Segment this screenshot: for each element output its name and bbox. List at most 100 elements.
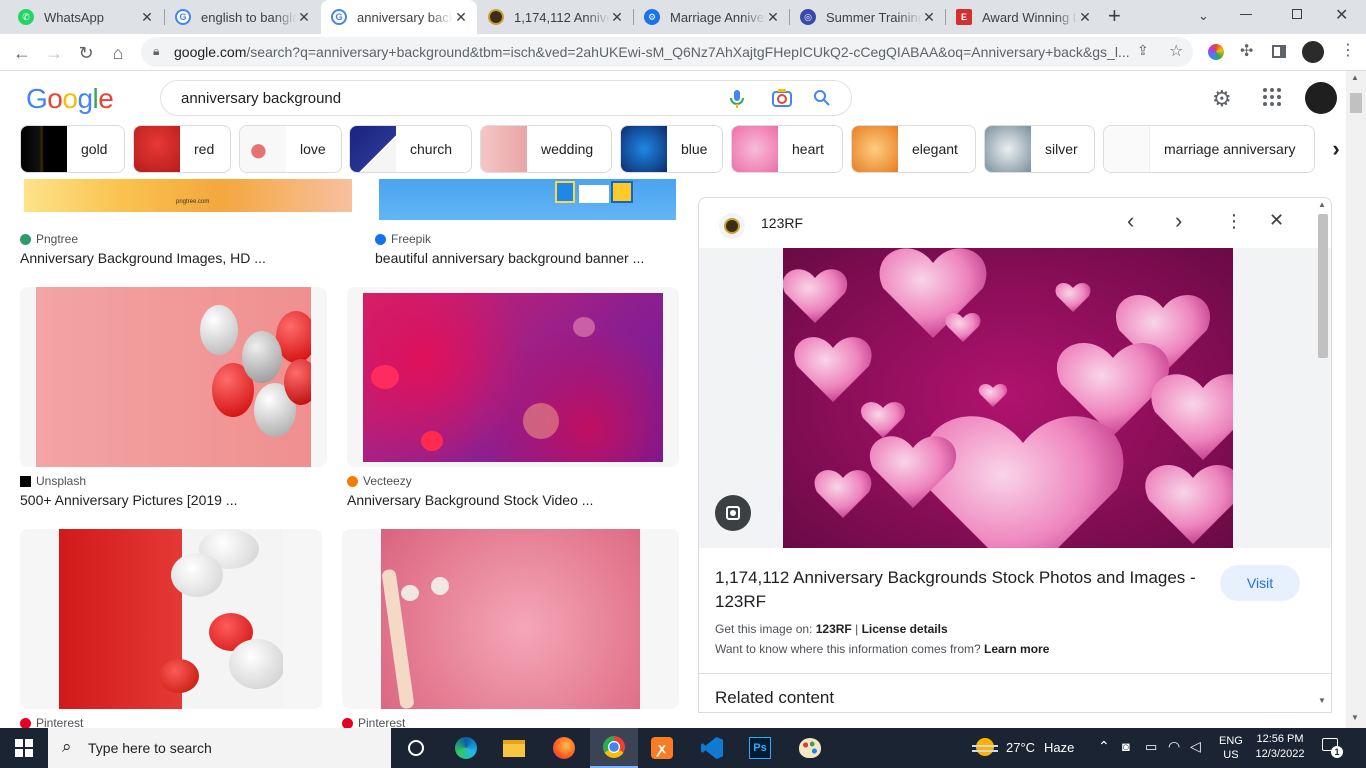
close-icon[interactable]: ✕	[1077, 9, 1093, 25]
new-tab-button[interactable]: +	[1108, 5, 1121, 27]
extensions-puzzle-icon[interactable]: ✣	[1240, 41, 1253, 61]
search-box[interactable]: anniversary background	[160, 80, 852, 116]
next-image-icon[interactable]: ›	[1175, 210, 1182, 232]
weather-temperature[interactable]: 27°C	[1006, 740, 1035, 755]
address-bar[interactable]: 🔒︎ google.com/search?q=anniversary+backg…	[141, 37, 1193, 67]
scroll-down-icon[interactable]: ▼	[1351, 713, 1359, 722]
apps-grid-icon[interactable]	[1263, 88, 1281, 106]
camera-lens-icon[interactable]	[771, 88, 793, 108]
color-extension-icon[interactable]	[1208, 44, 1224, 60]
close-panel-icon[interactable]: ✕	[1269, 211, 1284, 229]
chip-silver[interactable]: silver	[984, 125, 1095, 173]
close-icon[interactable]: ✕	[765, 9, 781, 25]
edge-icon[interactable]	[442, 728, 490, 768]
close-icon[interactable]: ✕	[609, 9, 625, 25]
result-title[interactable]: 500+ Anniversary Pictures [2019 ...	[20, 492, 238, 508]
chip-church[interactable]: church	[349, 125, 472, 173]
google-logo[interactable]: Google	[26, 83, 114, 115]
chrome-icon[interactable]	[590, 728, 638, 768]
profile-avatar[interactable]	[1302, 41, 1324, 63]
chip-red[interactable]: red	[133, 125, 231, 173]
photoshop-icon[interactable]: Ps	[736, 728, 784, 768]
chip-elegant[interactable]: elegant	[851, 125, 976, 173]
reload-icon[interactable]: ↻	[72, 39, 100, 67]
tab-english-to-bangla[interactable]: G english to bangla ✕	[165, 0, 320, 34]
file-explorer-icon[interactable]	[490, 728, 538, 768]
panel-scroll-thumb[interactable]	[1318, 214, 1328, 358]
microphone-icon[interactable]	[729, 89, 745, 109]
result-source[interactable]: Vecteezy	[347, 474, 412, 488]
volume-icon[interactable]: ◁	[1190, 738, 1201, 755]
vscode-icon[interactable]	[688, 728, 736, 768]
language-indicator[interactable]: ENG US	[1219, 734, 1243, 762]
result-source[interactable]: Freepik	[375, 232, 431, 246]
result-title[interactable]: beautiful anniversary background banner …	[375, 250, 644, 266]
result-source[interactable]: Unsplash	[20, 474, 86, 488]
forward-icon[interactable]: →	[40, 39, 68, 67]
restore-icon[interactable]	[1292, 9, 1302, 19]
panel-result-title[interactable]: 1,174,112 Anniversary Backgrounds Stock …	[715, 566, 1201, 614]
close-icon[interactable]: ✕	[453, 9, 469, 25]
page-scroll-thumb[interactable]	[1350, 93, 1362, 113]
more-options-icon[interactable]: ⋮	[1225, 212, 1243, 230]
battery-icon[interactable]: ▭	[1145, 739, 1157, 755]
windows-start-icon[interactable]	[0, 728, 48, 768]
share-icon[interactable]: ⇪	[1137, 42, 1149, 59]
scroll-up-icon[interactable]: ▲	[1318, 200, 1326, 209]
close-icon[interactable]: ✕	[296, 9, 312, 25]
result-image-unsplash[interactable]	[36, 287, 311, 467]
tab-whatsapp[interactable]: ✆ WhatsApp ✕	[8, 0, 163, 34]
panel-site-name[interactable]: 123RF	[761, 215, 803, 231]
xampp-icon[interactable]: ꭗ	[638, 728, 686, 768]
tab-marriage-anniversary[interactable]: ⚙ Marriage Anniver ✕	[634, 0, 789, 34]
weather-description[interactable]: Haze	[1044, 740, 1074, 755]
panel-scrollbar[interactable]: ▲ ▼	[1316, 200, 1330, 710]
tab-award-winning[interactable]: E Award Winning L ✕	[946, 0, 1101, 34]
learn-more-link[interactable]: Learn more	[984, 642, 1049, 656]
license-details-link[interactable]: License details	[862, 622, 948, 636]
result-title[interactable]: Anniversary Background Stock Video ...	[347, 492, 593, 508]
page-scrollbar[interactable]: ▲ ▼	[1346, 71, 1366, 728]
tray-app-icon[interactable]: ◙	[1122, 739, 1130, 754]
tab-anniversary-background[interactable]: G anniversary backg ✕	[321, 0, 477, 34]
tray-chevron-up-icon[interactable]: ⌃	[1098, 738, 1110, 755]
minimize-icon[interactable]	[1240, 14, 1252, 15]
bookmark-star-icon[interactable]: ☆	[1169, 41, 1183, 61]
visit-button[interactable]: Visit	[1220, 565, 1300, 601]
result-source[interactable]: Pngtree	[20, 232, 78, 246]
taskbar-search-box[interactable]: ⌕ Type here to search	[48, 728, 391, 768]
result-image-pngtree[interactable]: pngtree.com	[24, 179, 352, 212]
close-icon[interactable]: ✕	[139, 9, 155, 25]
chip-gold[interactable]: gold	[20, 125, 125, 173]
weather-haze-icon[interactable]	[972, 736, 998, 758]
close-icon[interactable]: ✕	[921, 9, 937, 25]
paint-icon[interactable]	[786, 728, 834, 768]
chip-wedding[interactable]: wedding	[480, 125, 612, 173]
account-avatar[interactable]	[1305, 82, 1337, 114]
task-view-icon[interactable]	[392, 728, 440, 768]
result-title[interactable]: Anniversary Background Images, HD ...	[20, 250, 266, 266]
chip-blue[interactable]: blue	[620, 125, 723, 173]
result-image-pinterest-hearts[interactable]	[59, 529, 283, 709]
notification-center-icon[interactable]: 1	[1322, 738, 1343, 758]
tab-summer-training[interactable]: ◎ Summer Training ✕	[790, 0, 945, 34]
lens-search-icon[interactable]	[715, 495, 751, 531]
tab-search-chevron-icon[interactable]: ⌄	[1198, 8, 1209, 24]
settings-gear-icon[interactable]: ⚙	[1212, 86, 1232, 112]
chip-heart[interactable]: heart	[731, 125, 843, 173]
side-panel-icon[interactable]	[1272, 45, 1286, 58]
scroll-up-icon[interactable]: ▲	[1351, 73, 1359, 82]
chip-love[interactable]: love	[239, 125, 342, 173]
result-image-freepik[interactable]	[379, 179, 676, 220]
search-input[interactable]: anniversary background	[181, 90, 341, 107]
close-window-icon[interactable]: ✕	[1335, 5, 1348, 25]
tab-123rf[interactable]: 1,174,112 Annive ✕	[478, 0, 633, 34]
wifi-icon[interactable]: ◠	[1168, 738, 1180, 755]
menu-kebab-icon[interactable]: ⋮	[1340, 40, 1356, 60]
back-icon[interactable]: ←	[8, 39, 36, 67]
home-icon[interactable]: ⌂	[104, 39, 132, 67]
scroll-down-icon[interactable]: ▼	[1318, 696, 1326, 705]
taskbar-search-placeholder[interactable]: Type here to search	[88, 740, 212, 756]
result-image-vecteezy[interactable]	[363, 293, 663, 462]
search-icon[interactable]	[813, 89, 831, 107]
